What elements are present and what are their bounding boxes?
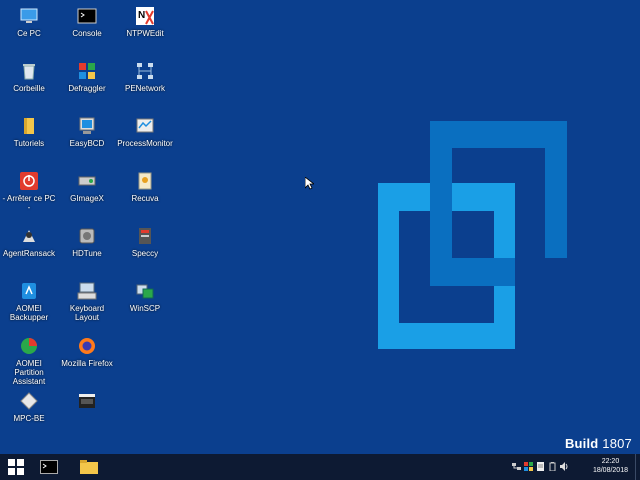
desktop-icon-label: - Arrêter ce PC - xyxy=(2,194,56,212)
desktop-icon-label: Ce PC xyxy=(17,29,41,38)
desktop-icon-tutoriels[interactable]: Tutoriels xyxy=(0,112,58,165)
desktop-icon-speccy[interactable]: Speccy xyxy=(116,222,174,275)
desktop-icon-defraggler[interactable]: Defraggler xyxy=(58,57,116,110)
desktop-icon-corbeille[interactable]: Corbeille xyxy=(0,57,58,110)
desktop-icon-label: Console xyxy=(72,29,102,38)
taskbar-clock[interactable]: 22:20 18/08/2018 xyxy=(593,457,628,475)
clock-date: 18/08/2018 xyxy=(592,467,628,474)
aomei-partition-icon xyxy=(19,336,39,356)
desktop-icon-label: EasyBCD xyxy=(69,139,105,148)
process-monitor-icon xyxy=(135,116,155,136)
desktop-icon-aomei-partition-assistant[interactable]: AOMEI Partition Assistant xyxy=(0,332,58,386)
desktop-icon-label: Tutoriels xyxy=(13,139,45,148)
desktop-icon-gimagex[interactable]: GImageX xyxy=(58,167,116,220)
desktop-icon-hdtune[interactable]: HDTune xyxy=(58,222,116,275)
desktop-icon-processmonitor[interactable]: ProcessMonitor xyxy=(116,112,174,165)
desktop-icon-mpc-be[interactable] xyxy=(58,387,116,440)
start-button[interactable] xyxy=(0,454,32,480)
recycle-bin-icon xyxy=(19,61,39,81)
aomei-backupper-icon xyxy=(19,281,39,301)
desktop-icon-winscp[interactable]: WinSCP xyxy=(116,277,174,330)
desktop-icon-recuva[interactable]: Recuva xyxy=(116,167,174,220)
console-icon xyxy=(40,460,58,474)
computer-icon xyxy=(19,6,39,26)
start-icon xyxy=(8,459,24,475)
battery-icon[interactable] xyxy=(548,462,557,471)
desktop-icon-label: ProcessMonitor xyxy=(117,139,173,148)
desktop-icon-aomei-backupper[interactable]: AOMEI Backupper xyxy=(0,277,58,330)
desktop-icon-agentransack[interactable]: AgentRansack xyxy=(0,222,58,275)
taskbar-file-explorer-button[interactable] xyxy=(74,454,104,480)
desktop-icon-label: NTPWEdit xyxy=(126,29,164,38)
ntpwedit-icon: N xyxy=(135,6,155,26)
notes-icon[interactable] xyxy=(536,462,545,471)
bootice-icon xyxy=(19,391,39,411)
desktop-icon-easybcd[interactable]: EasyBCD xyxy=(58,112,116,165)
console-icon xyxy=(77,6,97,26)
desktop-icon-bootice[interactable]: MPC-BE xyxy=(0,387,58,440)
taskbar-console-button[interactable] xyxy=(34,454,64,480)
desktop-icon-label: MPC-BE xyxy=(13,414,45,423)
volume-icon[interactable] xyxy=(560,462,569,471)
recuva-icon xyxy=(135,171,155,191)
folder-icon xyxy=(19,116,39,136)
desktop-icon-label: AOMEI Partition Assistant xyxy=(12,359,46,386)
desktop-icon-arreter-ce-pc[interactable]: - Arrêter ce PC - xyxy=(0,167,58,220)
clock-time: 22:20 xyxy=(601,458,620,465)
file-explorer-icon xyxy=(80,460,98,474)
desktop: Ce PC Corbeille Tutoriels - Arrêter ce P… xyxy=(0,0,640,454)
build-number: 1807 xyxy=(602,436,632,451)
desktop-icon-label: Corbeille xyxy=(13,84,45,93)
desktop-icon-mozilla-firefox[interactable]: Mozilla Firefox xyxy=(58,332,116,385)
desktop-icon-label: AgentRansack xyxy=(2,249,56,258)
desktop-icon-label: HDTune xyxy=(72,249,102,258)
desktop-icon-label: Speccy xyxy=(131,249,159,258)
winscp-icon xyxy=(135,281,155,301)
network-settings-icon[interactable] xyxy=(512,462,521,471)
speccy-icon xyxy=(135,226,155,246)
gimagex-icon xyxy=(77,171,97,191)
build-word: Build xyxy=(564,436,599,451)
desktop-icon-ntpwedit[interactable]: N NTPWEdit xyxy=(116,2,174,55)
color-icon[interactable] xyxy=(524,462,533,471)
network-icon xyxy=(135,61,155,81)
desktop-icon-label: Defraggler xyxy=(68,84,106,93)
keyboard-icon xyxy=(77,281,97,301)
desktop-icon-label: Recuva xyxy=(131,194,159,203)
mpc-be-icon xyxy=(77,391,97,411)
desktop-icon-label: WinSCP xyxy=(129,304,161,313)
desktop-icon-console[interactable]: Console xyxy=(58,2,116,55)
show-desktop-button[interactable] xyxy=(635,454,640,480)
agentransack-icon xyxy=(19,226,39,246)
system-tray: 22:20 18/08/2018 xyxy=(510,454,640,480)
desktop-icon-ce-pc[interactable]: Ce PC xyxy=(0,2,58,55)
easybcd-icon xyxy=(77,116,97,136)
firefox-icon xyxy=(77,336,97,356)
build-watermark: Build 1807 xyxy=(565,436,632,451)
taskbar: 22:20 18/08/2018 xyxy=(0,454,640,480)
mouse-pointer-icon xyxy=(305,177,314,190)
desktop-icon-label: PENetwork xyxy=(124,84,165,93)
desktop-icon-label: GImageX xyxy=(70,194,104,203)
desktop-icon-label: Keyboard Layout xyxy=(69,304,105,322)
desktop-icon-keyboard-layout[interactable]: Keyboard Layout xyxy=(58,277,116,330)
desktop-icon-label: AOMEI Backupper xyxy=(9,304,49,322)
power-icon xyxy=(19,171,39,191)
svg-text:N: N xyxy=(138,10,145,21)
desktop-icon-label: Mozilla Firefox xyxy=(61,359,113,368)
defraggler-icon xyxy=(77,61,97,81)
hdtune-icon xyxy=(77,226,97,246)
desktop-icon-penetwork[interactable]: PENetwork xyxy=(116,57,174,110)
